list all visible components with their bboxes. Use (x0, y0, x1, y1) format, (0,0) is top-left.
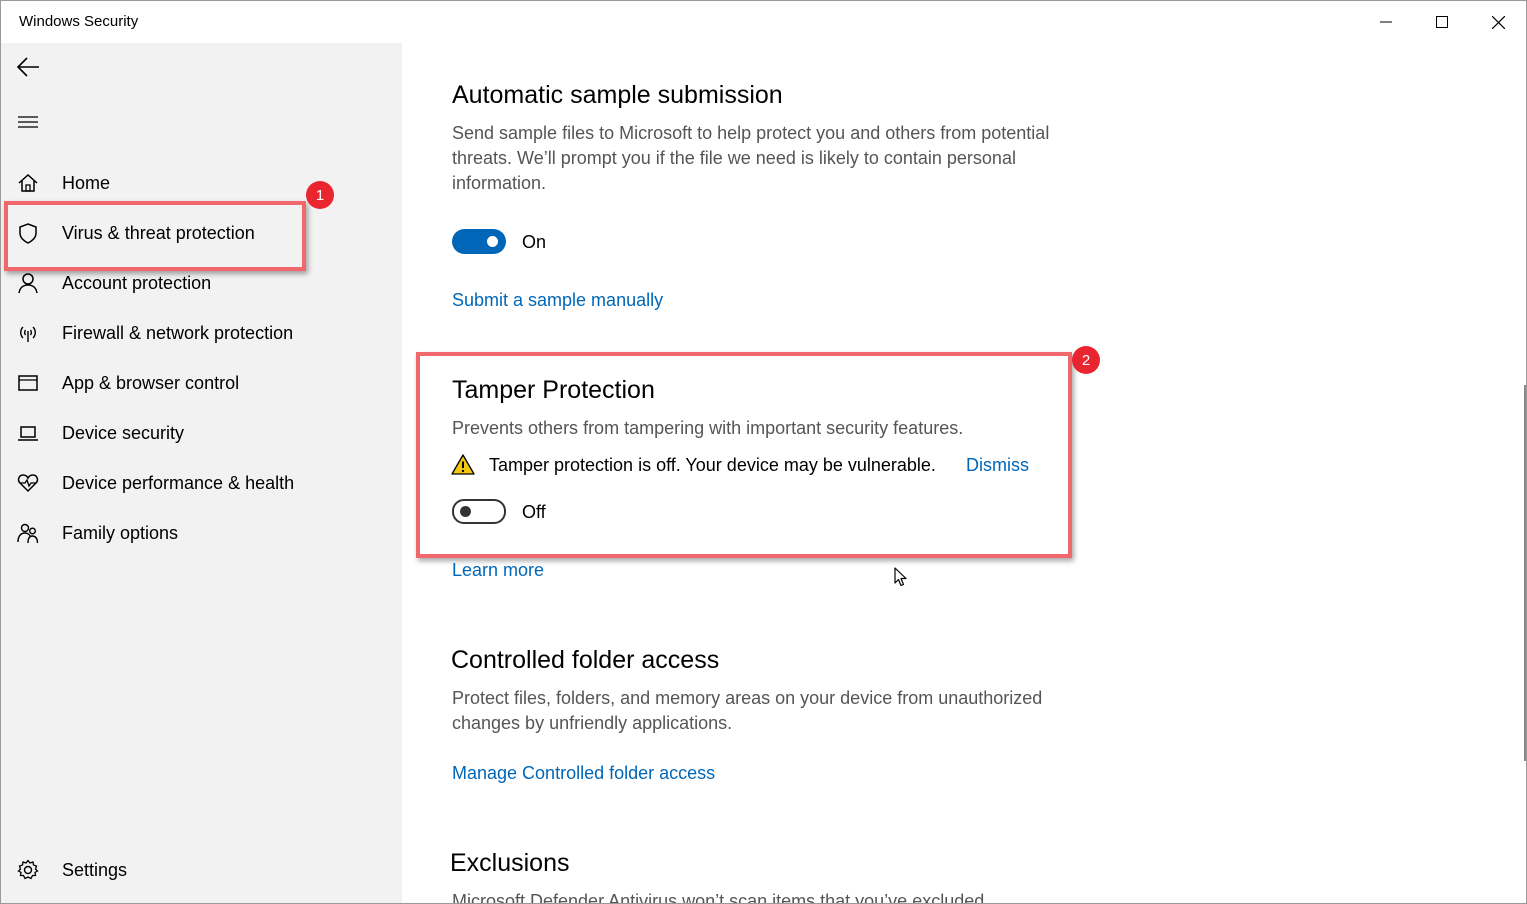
sidebar-item-device-security[interactable]: Device security (1, 411, 402, 455)
wireless-icon (16, 321, 40, 345)
submit-sample-link[interactable]: Submit a sample manually (452, 290, 663, 311)
minimize-icon (1380, 21, 1392, 23)
annotation-badge-1: 1 (306, 181, 334, 209)
back-button[interactable] (11, 50, 45, 84)
sidebar-item-label: Family options (62, 522, 179, 543)
exclusions-description: Microsoft Defender Antivirus won’t scan … (452, 891, 990, 904)
sidebar-item-family-options[interactable]: Family options (1, 511, 402, 555)
sidebar-item-label: Device performance & health (62, 472, 295, 493)
home-icon (16, 171, 40, 195)
sample-submission-toggle-label: On (522, 232, 547, 252)
sidebar-item-settings[interactable]: Settings (1, 848, 402, 892)
sidebar-item-home[interactable]: Home (1, 161, 402, 205)
person-icon (16, 271, 40, 295)
learn-more-link[interactable]: Learn more (452, 560, 544, 581)
sidebar-item-label: Settings (62, 859, 128, 880)
back-arrow-icon (16, 57, 39, 77)
laptop-icon (16, 421, 40, 445)
family-icon (16, 521, 40, 545)
sidebar-item-device-performance-health[interactable]: Device performance & health (1, 461, 402, 505)
sidebar-item-label: Home (62, 172, 111, 193)
sidebar-item-firewall-network-protection[interactable]: Firewall & network protection (1, 311, 402, 355)
minimize-button[interactable] (1358, 1, 1414, 43)
sidebar-item-label: Device security (62, 422, 185, 443)
close-button[interactable] (1470, 1, 1526, 43)
sidebar-item-app-browser-control[interactable]: App & browser control (1, 361, 402, 405)
maximize-button[interactable] (1414, 1, 1470, 43)
sample-submission-toggle[interactable] (452, 229, 506, 254)
annotation-highlight-virus-threat-protection (4, 201, 306, 271)
sidebar-item-label: Firewall & network protection (62, 322, 294, 343)
controlled-folder-access-description: Protect files, folders, and memory areas… (452, 688, 1043, 733)
sidebar-item-label: App & browser control (62, 372, 240, 393)
controlled-folder-access-title: Controlled folder access (451, 646, 720, 674)
manage-controlled-folder-access-link[interactable]: Manage Controlled folder access (452, 763, 715, 784)
window-title: Windows Security (19, 13, 139, 30)
sidebar-item-label: Account protection (62, 272, 212, 293)
windows-security-window: Windows Security Home Virus & threat pro… (0, 0, 1527, 904)
menu-button[interactable] (11, 105, 45, 139)
sidebar: Home Virus & threat protection Account p… (1, 43, 402, 903)
title-bar: Windows Security (1, 1, 1526, 43)
mouse-cursor-icon (894, 567, 908, 587)
hamburger-menu-icon (18, 116, 38, 128)
maximize-icon (1436, 16, 1448, 28)
sample-submission-description: Send sample files to Microsoft to help p… (452, 123, 1050, 193)
annotation-highlight-tamper-protection (416, 352, 1072, 558)
annotation-badge-2: 2 (1072, 346, 1100, 374)
exclusions-title: Exclusions (450, 849, 570, 877)
gear-icon (16, 858, 40, 882)
toggle-knob (487, 236, 498, 247)
sample-submission-title: Automatic sample submission (452, 81, 783, 109)
close-icon (1491, 15, 1505, 29)
scrollbar[interactable] (1524, 385, 1526, 761)
heart-pulse-icon (16, 471, 40, 495)
browser-window-icon (16, 371, 40, 395)
